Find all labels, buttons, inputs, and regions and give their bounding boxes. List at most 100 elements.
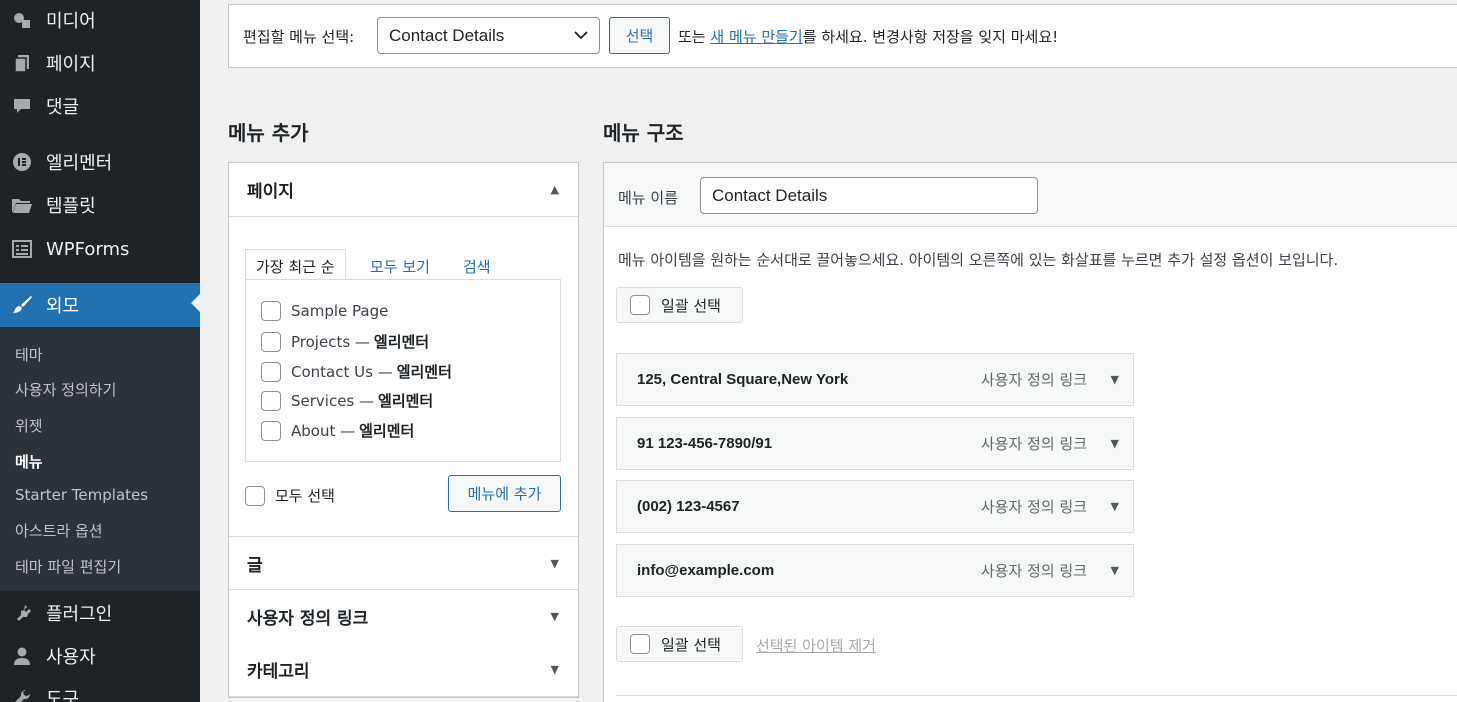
bulk-select-top[interactable]: 일괄 선택 xyxy=(616,287,743,323)
accordion-title: 글 xyxy=(247,555,263,576)
page-checkbox[interactable] xyxy=(261,390,281,411)
remove-selected-items-link[interactable]: 선택된 아이템 제거 xyxy=(756,635,876,656)
submenu-widgets[interactable]: 위젯 xyxy=(15,415,43,436)
create-menu-help: 또는 새 메뉴 만들기를 하세요. 변경사항 저장을 잊지 마세요! xyxy=(678,28,1059,46)
submenu-theme-file-editor[interactable]: 테마 파일 편집기 xyxy=(15,556,121,577)
expand-arrow-icon[interactable]: ▼ xyxy=(1111,564,1119,577)
expand-arrow-icon[interactable]: ▼ xyxy=(1111,437,1119,450)
selected-menu-value: Contact Details xyxy=(389,25,505,45)
accordion-categories[interactable]: 카테고리 ▼ xyxy=(229,643,578,697)
menu-select-bar: 편집할 메뉴 선택: Contact Details 선택 또는 새 메뉴 만들… xyxy=(228,4,1457,68)
menu-item-type: 사용자 정의 링크 xyxy=(980,371,1087,389)
select-all-checkbox[interactable] xyxy=(245,485,265,506)
select-all-pages[interactable]: 모두 선택 xyxy=(245,485,335,506)
menu-item-type: 사용자 정의 링크 xyxy=(980,435,1087,453)
page-checkbox[interactable] xyxy=(261,420,281,441)
accordion-posts[interactable]: 글 ▼ xyxy=(229,536,578,590)
list-item[interactable]: Projects — 엘리멘터 xyxy=(261,331,429,352)
sidebar-item-elementor[interactable]: 엘리멘터 xyxy=(0,142,200,182)
list-item[interactable]: Sample Page xyxy=(261,301,388,321)
pages-icon xyxy=(11,52,33,74)
menu-item[interactable]: (002) 123-4567 사용자 정의 링크 ▼ xyxy=(616,480,1134,533)
sidebar-item-plugins[interactable]: 플러그인 xyxy=(0,593,200,633)
divider xyxy=(616,695,1457,696)
bulk-select-checkbox[interactable] xyxy=(630,295,650,315)
page-checklist: Sample Page Projects — 엘리멘터 Contact Us — 엘… xyxy=(245,279,561,462)
sidebar-item-label: 플러그인 xyxy=(46,604,113,625)
submenu-themes[interactable]: 테마 xyxy=(15,344,43,365)
menu-item-title: 91 123-456-7890/91 xyxy=(637,435,773,452)
sidebar-item-label: 도구 xyxy=(46,689,80,702)
submenu-starter-templates[interactable]: Starter Templates xyxy=(15,486,148,504)
triangle-down-icon: ▼ xyxy=(550,663,559,676)
sidebar-item-label: WPForms xyxy=(46,238,130,260)
menu-select-dropdown[interactable]: Contact Details xyxy=(377,17,600,54)
tab-view-all[interactable]: 모두 보기 xyxy=(370,249,430,281)
add-to-menu-button[interactable]: 메뉴에 추가 xyxy=(448,475,561,512)
accordion-title: 사용자 정의 링크 xyxy=(247,609,369,629)
sidebar-item-label: 템플릿 xyxy=(46,196,96,217)
tab-most-recent[interactable]: 가장 최근 순 xyxy=(245,249,346,281)
accordion-title: 카테고리 xyxy=(247,662,310,682)
accordion-title: 페이지 xyxy=(247,182,294,202)
menu-item[interactable]: 91 123-456-7890/91 사용자 정의 링크 ▼ xyxy=(616,417,1134,470)
bulk-select-bottom[interactable]: 일괄 선택 xyxy=(616,626,743,662)
triangle-down-icon: ▼ xyxy=(550,556,559,570)
page-checkbox[interactable] xyxy=(261,301,281,321)
triangle-up-icon: ▲ xyxy=(550,183,559,196)
sidebar-item-templates[interactable]: 템플릿 xyxy=(0,185,200,225)
menu-item-title: info@example.com xyxy=(637,562,775,579)
sidebar-item-wpforms[interactable]: WPForms xyxy=(0,229,200,269)
paintbrush-icon xyxy=(11,294,33,316)
submenu-customize[interactable]: 사용자 정의하기 xyxy=(15,379,116,400)
sidebar-item-users[interactable]: 사용자 xyxy=(0,636,200,676)
page-checkbox[interactable] xyxy=(261,331,281,352)
create-new-menu-link[interactable]: 새 메뉴 만들기 xyxy=(710,28,802,46)
sidebar-item-appearance[interactable]: 외모 xyxy=(0,283,200,327)
sidebar-item-label: 사용자 xyxy=(46,647,96,668)
expand-arrow-icon[interactable]: ▼ xyxy=(1111,500,1119,513)
sidebar-item-pages[interactable]: 페이지 xyxy=(0,43,200,83)
submenu-astra-options[interactable]: 아스트라 옵션 xyxy=(15,520,103,541)
select-menu-label: 편집할 메뉴 선택: xyxy=(243,28,355,46)
bulk-select-checkbox[interactable] xyxy=(630,634,650,654)
accordion-pages[interactable]: 페이지 ▲ xyxy=(229,163,578,217)
sidebar-item-label: 미디어 xyxy=(46,11,96,32)
sidebar-item-label: 페이지 xyxy=(46,54,96,75)
menu-name-input[interactable]: Contact Details xyxy=(700,177,1038,214)
menu-item-title: (002) 123-4567 xyxy=(637,498,740,515)
appearance-submenu: 테마 사용자 정의하기 위젯 메뉴 Starter Templates 아스트라… xyxy=(0,327,200,591)
accordion-custom-links[interactable]: 사용자 정의 링크 ▼ xyxy=(229,590,578,644)
drag-instructions: 메뉴 아이템을 원하는 순서대로 끌어놓으세요. 아이템의 오른쪽에 있는 화살… xyxy=(618,251,1339,269)
menu-name-bar: 메뉴 이름 Contact Details xyxy=(604,163,1457,227)
wpforms-icon xyxy=(11,238,33,260)
menu-structure-panel: 메뉴 이름 Contact Details 메뉴 아이템을 원하는 순서대로 끌… xyxy=(603,162,1457,702)
elementor-icon xyxy=(11,151,33,173)
list-item[interactable]: About — 엘리멘터 xyxy=(261,420,414,441)
list-item[interactable]: Contact Us — 엘리멘터 xyxy=(261,361,452,382)
list-item[interactable]: Services — 엘리멘터 xyxy=(261,390,433,411)
wrench-icon xyxy=(11,687,33,702)
sidebar-item-label: 외모 xyxy=(46,296,80,317)
add-menu-items-panel: 페이지 ▲ 가장 최근 순 모두 보기 검색 Sample Page Proje… xyxy=(228,162,579,698)
menu-name-label: 메뉴 이름 xyxy=(618,189,678,207)
submenu-menus[interactable]: 메뉴 xyxy=(15,451,43,472)
menu-item[interactable]: 125, Central Square,New York 사용자 정의 링크 ▼ xyxy=(616,353,1134,406)
triangle-down-icon: ▼ xyxy=(550,610,559,623)
menu-item[interactable]: info@example.com 사용자 정의 링크 ▼ xyxy=(616,544,1134,597)
comments-icon xyxy=(11,95,33,117)
menu-structure-heading: 메뉴 구조 xyxy=(603,121,684,145)
menu-item-type: 사용자 정의 링크 xyxy=(980,562,1087,580)
page-checkbox[interactable] xyxy=(261,361,281,382)
sidebar-item-media[interactable]: 미디어 xyxy=(0,0,200,40)
sidebar-item-label: 엘리멘터 xyxy=(46,153,113,174)
menu-item-title: 125, Central Square,New York xyxy=(637,371,849,388)
tab-search[interactable]: 검색 xyxy=(463,249,491,281)
folder-icon xyxy=(11,194,33,216)
menu-item-type: 사용자 정의 링크 xyxy=(980,498,1087,516)
sidebar-item-comments[interactable]: 댓글 xyxy=(0,86,200,126)
admin-sidebar: 미디어 페이지 댓글 엘리멘터 템플릿 WPForms 외모 테마 사용자 정의… xyxy=(0,0,200,702)
select-button[interactable]: 선택 xyxy=(609,17,670,54)
sidebar-item-tools[interactable]: 도구 xyxy=(0,678,200,702)
expand-arrow-icon[interactable]: ▼ xyxy=(1111,373,1119,386)
